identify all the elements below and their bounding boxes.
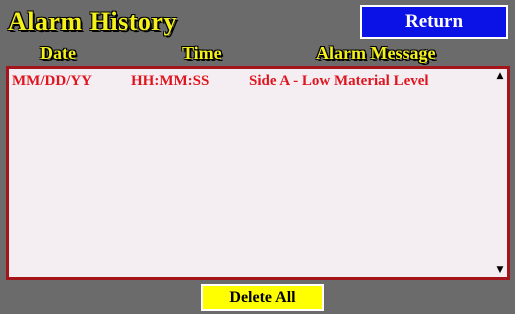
page-title: Alarm History [8, 7, 177, 36]
scrollbar[interactable]: ▲ ▼ [494, 70, 506, 276]
scroll-down-icon[interactable]: ▼ [494, 264, 506, 276]
column-header-date: Date [40, 43, 76, 63]
alarm-list[interactable]: MM/DD/YY HH:MM:SS Side A - Low Material … [6, 66, 510, 280]
alarm-date: MM/DD/YY [12, 73, 92, 89]
alarm-message: Side A - Low Material Level [249, 73, 429, 89]
return-button[interactable]: Return [360, 5, 508, 39]
alarm-time: HH:MM:SS [131, 73, 210, 89]
scroll-up-icon[interactable]: ▲ [494, 70, 506, 82]
column-header-time: Time [182, 43, 222, 63]
column-header-message: Alarm Message [316, 43, 436, 63]
delete-all-button[interactable]: Delete All [201, 284, 324, 311]
